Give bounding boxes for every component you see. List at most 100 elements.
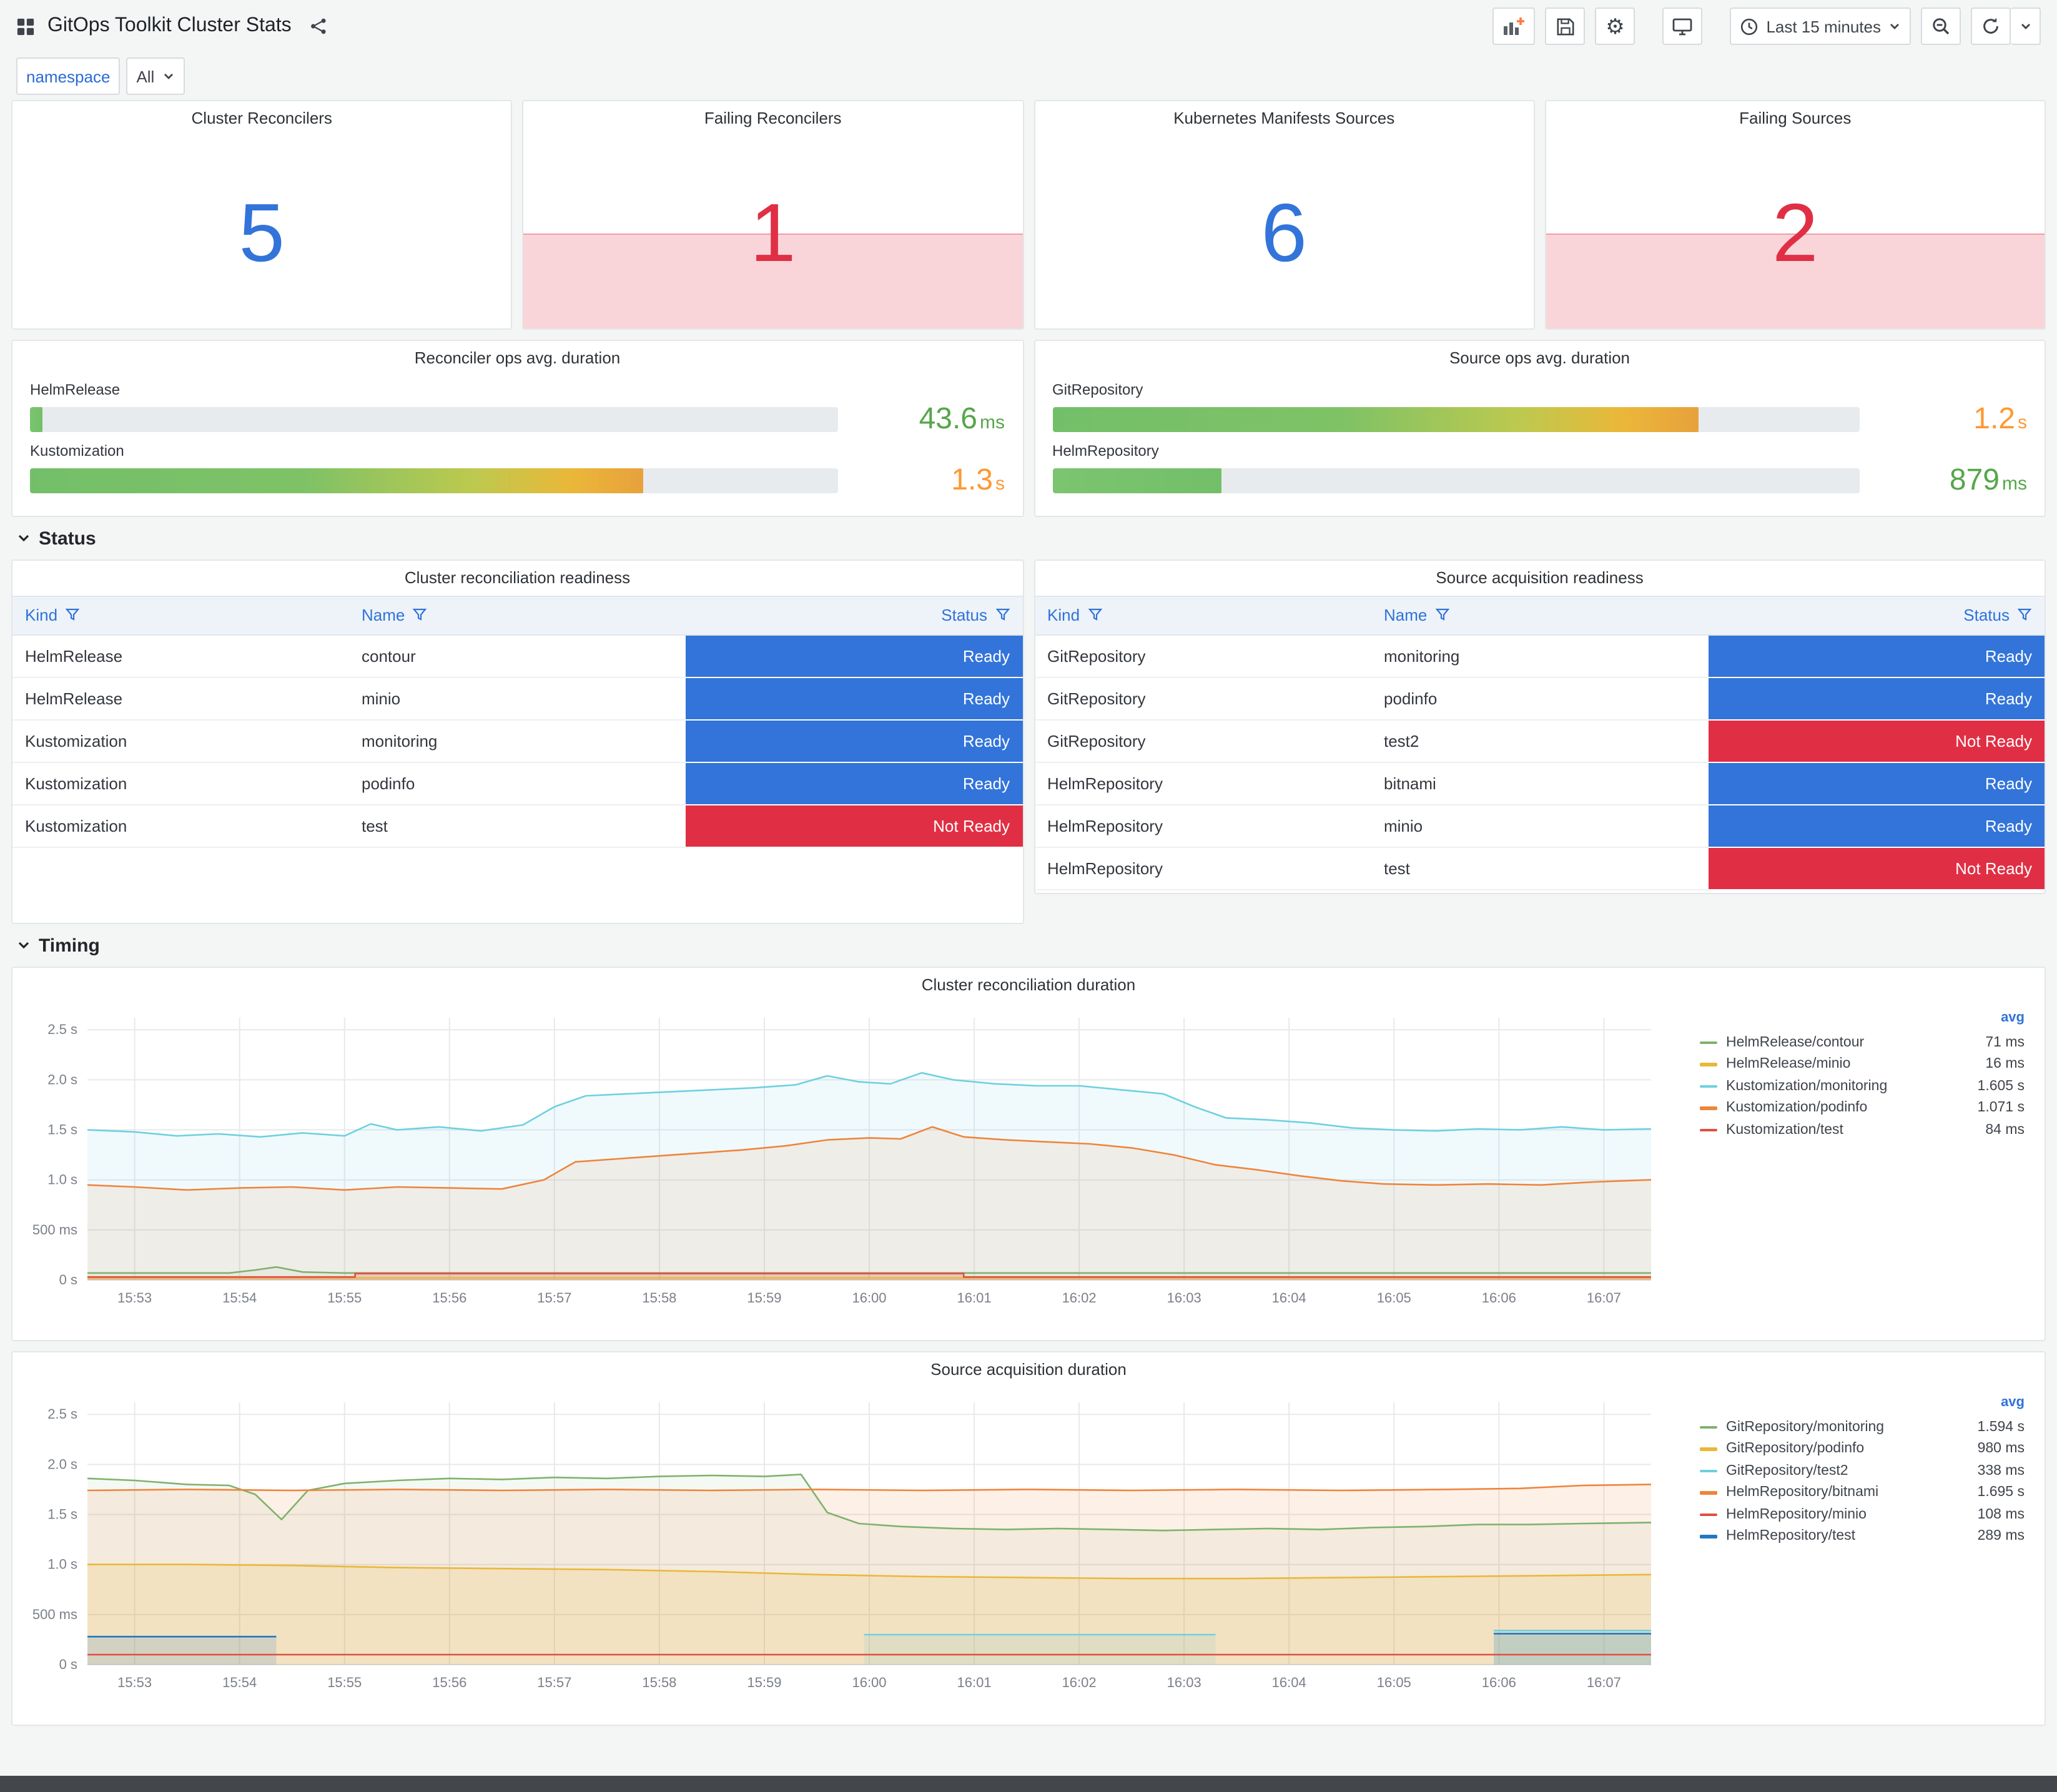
svg-text:15:59: 15:59: [747, 1675, 781, 1690]
cell-status: Ready: [686, 762, 1022, 805]
svg-text:1.0 s: 1.0 s: [47, 1557, 77, 1572]
panel-title[interactable]: Source ops avg. duration: [1035, 341, 2045, 376]
panel-title[interactable]: Failing Reconcilers: [524, 101, 1022, 136]
section-status[interactable]: Status: [11, 517, 2046, 559]
legend-series-avg: 108 ms: [1977, 1507, 2025, 1522]
refresh-button[interactable]: [1971, 7, 2011, 45]
chevron-down-icon: [2019, 20, 2031, 32]
panel-title[interactable]: Failing Sources: [1546, 101, 2045, 136]
legend-series-swatch: [1700, 1041, 1717, 1044]
svg-text:16:05: 16:05: [1377, 1290, 1411, 1306]
cell-status: Not Ready: [686, 805, 1022, 848]
legend-series-name[interactable]: GitRepository/test2: [1726, 1464, 1978, 1479]
panel-title[interactable]: Reconciler ops avg. duration: [12, 341, 1022, 376]
time-range-picker[interactable]: Last 15 minutes: [1730, 7, 1911, 45]
legend-series-name[interactable]: GitRepository/monitoring: [1726, 1420, 1978, 1435]
legend-series-name[interactable]: HelmRelease/contour: [1726, 1035, 1985, 1050]
panel-title[interactable]: Cluster reconciliation duration: [12, 968, 2045, 1003]
svg-text:16:06: 16:06: [1482, 1675, 1516, 1690]
share-icon[interactable]: [304, 7, 334, 45]
chevron-down-icon: [1888, 20, 1901, 32]
legend-series-name[interactable]: Kustomization/monitoring: [1726, 1079, 1978, 1094]
bar-gauge-track: [30, 468, 837, 493]
stat-panel-kubernetes-manifests-sources: Kubernetes Manifests Sources 6: [1033, 100, 1535, 330]
filter-icon[interactable]: [65, 607, 80, 626]
panel-title[interactable]: Source acquisition readiness: [1035, 561, 2045, 596]
section-timing[interactable]: Timing: [11, 924, 2046, 967]
svg-text:500 ms: 500 ms: [32, 1222, 77, 1238]
svg-text:1.5 s: 1.5 s: [47, 1507, 77, 1522]
legend-series-swatch: [1700, 1535, 1717, 1538]
panel-title[interactable]: Cluster Reconcilers: [12, 101, 511, 136]
legend-avg-header: avg: [2001, 1395, 2025, 1410]
save-dashboard-button[interactable]: [1545, 7, 1586, 45]
svg-text:15:53: 15:53: [117, 1290, 152, 1306]
legend-series-swatch: [1700, 1425, 1717, 1429]
cell-name: test2: [1371, 720, 1708, 763]
chart-panel-source-acquisition-duration: Source acquisition duration 15:53 15:54 15:…: [11, 1351, 2046, 1726]
column-header-status[interactable]: Status: [1708, 596, 2045, 636]
table-row: GitRepository monitoring Ready: [1035, 635, 2045, 678]
refresh-interval-dropdown[interactable]: [2011, 7, 2041, 45]
bar-gauge-track: [1052, 468, 1860, 493]
legend-series-name[interactable]: HelmRepository/test: [1726, 1529, 1978, 1544]
column-header-name[interactable]: Name: [349, 596, 686, 636]
legend-series-name[interactable]: HelmRepository/minio: [1726, 1507, 1978, 1522]
readiness-table: Kind Name Status HelmRelease contour Ready Hel…: [12, 596, 1022, 848]
cell-status: Ready: [1708, 762, 2045, 805]
add-panel-button[interactable]: [1492, 7, 1536, 45]
cell-status: Ready: [686, 677, 1022, 721]
filter-icon[interactable]: [412, 607, 427, 626]
panel-title[interactable]: Kubernetes Manifests Sources: [1035, 101, 1533, 136]
chart-body: 15:53 15:54 15:55 15:56 15:57 15:58 15:59 16:00…: [12, 1387, 2045, 1703]
cell-kind: Kustomization: [12, 805, 349, 848]
svg-text:16:04: 16:04: [1272, 1290, 1306, 1306]
svg-text:15:57: 15:57: [537, 1675, 571, 1690]
column-header-kind[interactable]: Kind: [12, 596, 349, 636]
legend-series-name[interactable]: Kustomization/podinfo: [1726, 1101, 1978, 1116]
stat-panel-failing-sources: Failing Sources 2: [1544, 100, 2046, 330]
table-row: GitRepository test2 Not Ready: [1035, 720, 2045, 763]
gauge-value: 879 ms: [1949, 463, 2027, 497]
panel-title[interactable]: Cluster reconciliation readiness: [12, 561, 1022, 596]
readiness-table: Kind Name Status GitRepository monitoring Rea…: [1035, 596, 2045, 890]
filter-icon[interactable]: [2017, 607, 2032, 626]
filter-icon[interactable]: [1434, 607, 1449, 626]
cell-status: Ready: [1708, 805, 2045, 848]
dashboard-settings-button[interactable]: ⚙: [1595, 7, 1635, 45]
filter-icon[interactable]: [995, 607, 1010, 626]
legend-item: Kustomization/monitoring 1.605 s: [1700, 1075, 2025, 1097]
filter-icon[interactable]: [1087, 607, 1102, 626]
legend-series-swatch: [1700, 1128, 1717, 1131]
chevron-down-icon: [16, 531, 31, 546]
cell-name: minio: [1371, 805, 1708, 848]
legend-item: Kustomization/podinfo 1.071 s: [1700, 1097, 2025, 1119]
gauge-body: HelmRelease 43.6 ms Kustomization 1.3 s: [12, 381, 1022, 511]
stat-panel-failing-reconcilers: Failing Reconcilers 1: [522, 100, 1024, 330]
legend-series-name[interactable]: GitRepository/podinfo: [1726, 1442, 1978, 1457]
zoom-out-button[interactable]: [1921, 7, 1961, 45]
column-header-kind[interactable]: Kind: [1035, 596, 1371, 636]
legend-series-name[interactable]: Kustomization/test: [1726, 1123, 1985, 1138]
svg-text:15:54: 15:54: [222, 1675, 257, 1690]
svg-text:16:07: 16:07: [1587, 1675, 1621, 1690]
legend-series-name[interactable]: HelmRepository/bitnami: [1726, 1485, 1978, 1500]
svg-text:16:05: 16:05: [1377, 1675, 1411, 1690]
panel-title[interactable]: Source acquisition duration: [12, 1352, 2045, 1387]
cell-kind: GitRepository: [1035, 635, 1371, 678]
variable-label-namespace[interactable]: namespace: [16, 57, 121, 95]
legend-series-swatch: [1700, 1469, 1717, 1472]
legend-series-name[interactable]: HelmRelease/minio: [1726, 1057, 1985, 1072]
variable-value-dropdown[interactable]: All: [126, 57, 185, 95]
table-panel-source-acquisition-readiness: Source acquisition readiness Kind Name Stat…: [1033, 559, 2046, 894]
svg-text:2.5 s: 2.5 s: [47, 1022, 77, 1037]
svg-text:15:56: 15:56: [432, 1675, 466, 1690]
monitor-icon: [1672, 17, 1692, 36]
column-header-name[interactable]: Name: [1371, 596, 1708, 636]
gauge-metric-label: GitRepository: [1052, 381, 1143, 398]
column-header-status[interactable]: Status: [686, 596, 1022, 636]
cycle-view-mode-button[interactable]: [1662, 7, 1703, 45]
legend-series-avg: 1.594 s: [1977, 1419, 2025, 1435]
table-row: HelmRelease contour Ready: [12, 635, 1022, 678]
gauge-value: 1.3 s: [951, 463, 1005, 497]
